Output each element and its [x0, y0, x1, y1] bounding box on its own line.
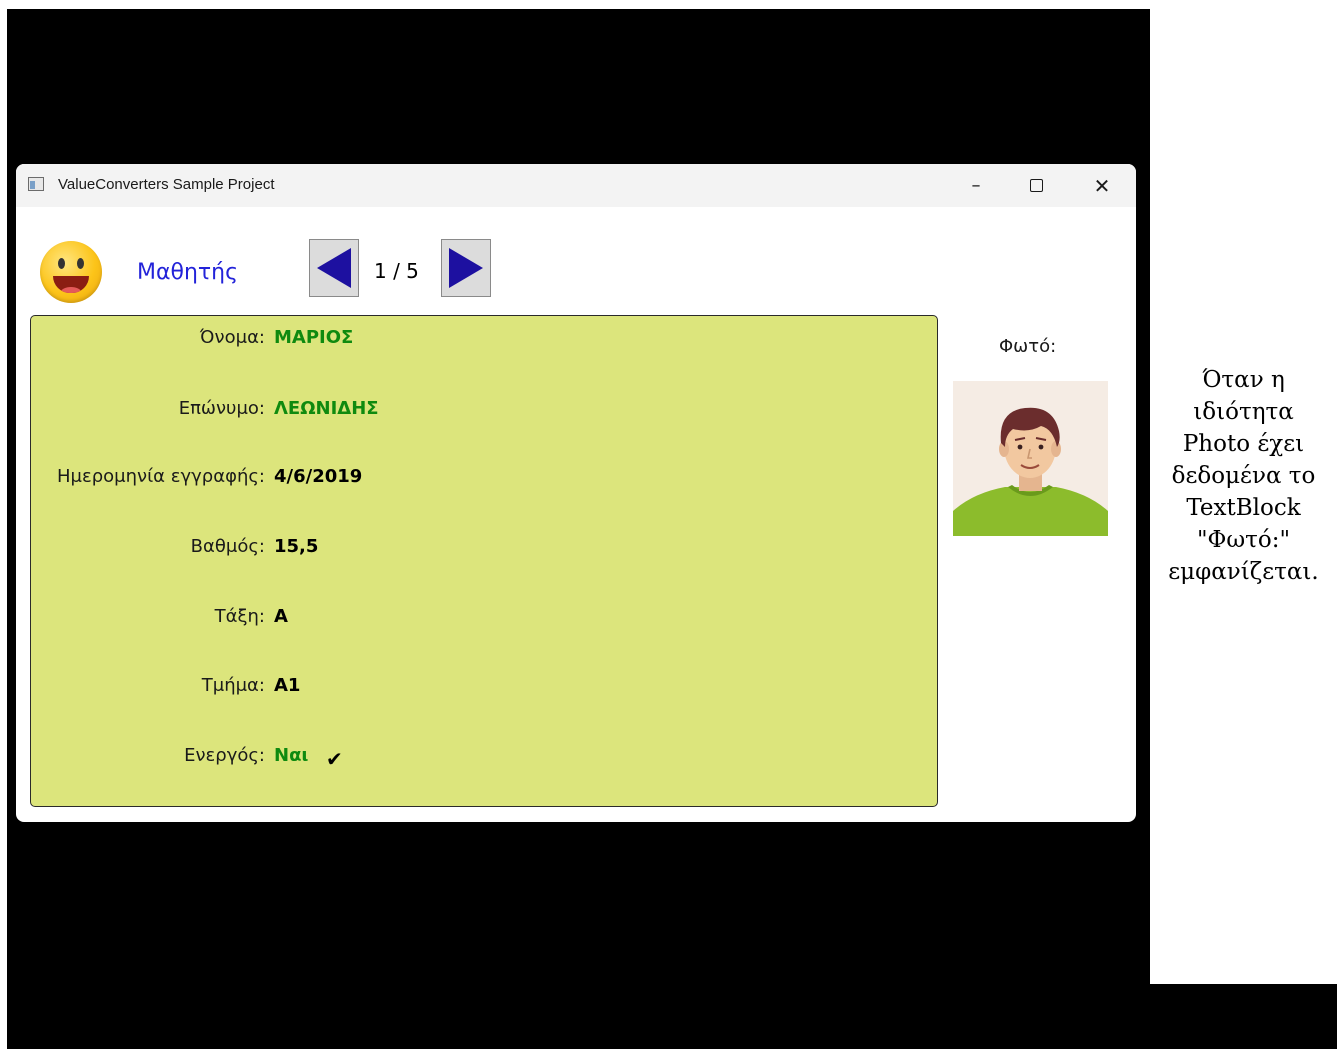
explanation-note: Όταν η ιδιότητα Photo έχει δεδομένα το T… — [1150, 9, 1337, 984]
close-icon: ✕ — [1093, 173, 1111, 198]
note-line: εμφανίζεται. — [1168, 559, 1319, 585]
note-line: Όταν η — [1202, 367, 1285, 393]
detail-label: Βαθμός: — [190, 536, 265, 557]
close-button[interactable]: ✕ — [1074, 164, 1130, 207]
detail-row-active: Ενεργός: Ναι ✔ — [31, 745, 937, 775]
app-icon — [28, 177, 44, 191]
note-line: TextBlock — [1186, 495, 1301, 521]
student-details-panel: Όνομα: ΜΑΡΙΟΣ Επώνυμο: ΛΕΩΝΙΔΗΣ Ημερομην… — [30, 315, 938, 807]
detail-label: Ημερομηνία εγγραφής: — [57, 466, 265, 487]
arrow-right-icon — [449, 248, 483, 288]
smiley-icon — [40, 241, 102, 303]
detail-label: Επώνυμο: — [178, 398, 265, 419]
detail-label: Τμήμα: — [201, 675, 265, 696]
arrow-left-icon — [317, 248, 351, 288]
student-label: Μαθητής — [137, 260, 238, 285]
minimize-button[interactable]: – — [948, 164, 1004, 207]
note-line: Photo έχει — [1182, 431, 1305, 457]
student-photo — [953, 381, 1108, 536]
detail-value: ΛΕΩΝΙΔΗΣ — [274, 398, 379, 419]
app-window: ValueConverters Sample Project – ✕ Μαθητ… — [16, 164, 1136, 822]
detail-row-section: Τμήμα: A1 — [31, 675, 937, 705]
detail-row-surname: Επώνυμο: ΛΕΩΝΙΔΗΣ — [31, 398, 937, 428]
minimize-icon: – — [971, 175, 981, 196]
detail-row-grade: Βαθμός: 15,5 — [31, 536, 937, 566]
detail-value: 4/6/2019 — [274, 466, 363, 487]
photo-label: Φωτό: — [999, 336, 1057, 357]
detail-value: 15,5 — [274, 536, 319, 557]
window-title: ValueConverters Sample Project — [58, 176, 275, 193]
previous-button[interactable] — [309, 239, 359, 297]
next-button[interactable] — [441, 239, 491, 297]
detail-value: ΜΑΡΙΟΣ — [274, 327, 354, 348]
maximize-icon — [1029, 179, 1043, 192]
detail-value: A — [274, 606, 288, 627]
detail-row-name: Όνομα: ΜΑΡΙΟΣ — [31, 327, 937, 357]
detail-value: A1 — [274, 675, 301, 696]
detail-label: Ενεργός: — [184, 745, 265, 766]
title-bar[interactable]: ValueConverters Sample Project – ✕ — [16, 164, 1136, 207]
detail-row-registration-date: Ημερομηνία εγγραφής: 4/6/2019 — [31, 466, 937, 496]
detail-value: Ναι — [274, 745, 309, 766]
detail-label: Τάξη: — [214, 606, 265, 627]
note-line: "Φωτό:" — [1196, 527, 1291, 553]
detail-row-class: Τάξη: A — [31, 606, 937, 636]
page-counter: 1 / 5 — [374, 259, 419, 283]
note-line: ιδιότητα — [1193, 399, 1294, 425]
checkmark-icon: ✔ — [326, 747, 343, 771]
detail-label: Όνομα: — [199, 327, 265, 348]
maximize-button[interactable] — [1008, 164, 1064, 207]
note-line: δεδομένα το — [1171, 463, 1316, 489]
